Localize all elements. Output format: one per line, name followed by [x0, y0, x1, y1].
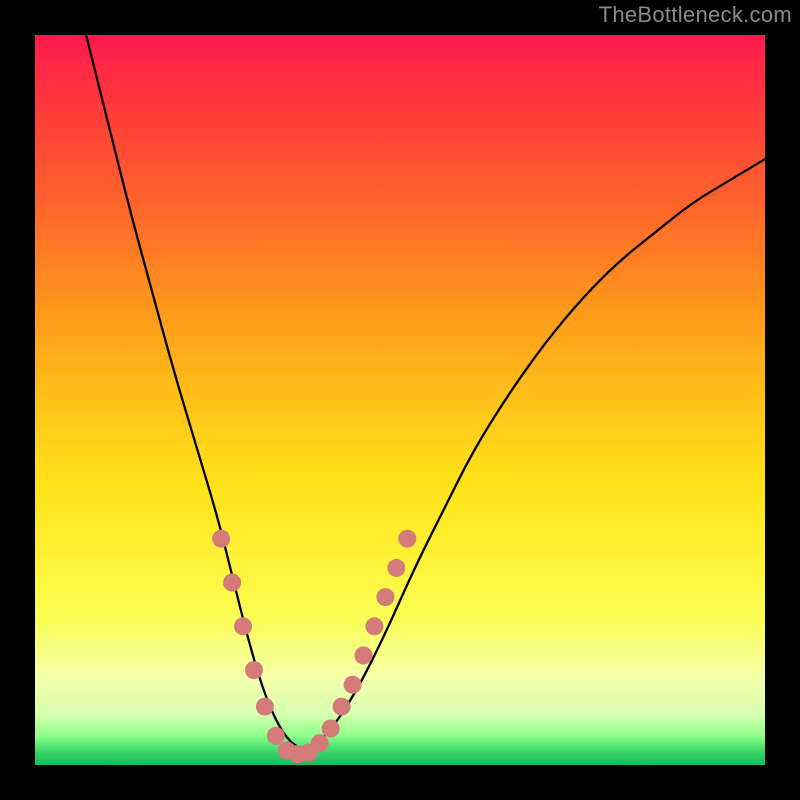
plot-area	[35, 35, 765, 765]
curve-group	[86, 35, 765, 748]
marker-dot	[212, 530, 230, 548]
marker-dot	[223, 574, 241, 592]
bottleneck-curve	[86, 35, 765, 748]
marker-dot	[333, 698, 351, 716]
marker-dot	[376, 588, 394, 606]
marker-dot	[311, 734, 329, 752]
marker-dot	[344, 676, 362, 694]
chart-frame: TheBottleneck.com	[0, 0, 800, 800]
marker-dot	[387, 559, 405, 577]
bottleneck-chart-svg	[35, 35, 765, 765]
marker-dot	[365, 617, 383, 635]
marker-dot	[245, 661, 263, 679]
marker-dot	[322, 720, 340, 738]
watermark: TheBottleneck.com	[599, 2, 792, 28]
marker-dot	[398, 530, 416, 548]
marker-dot	[355, 647, 373, 665]
marker-dot	[267, 727, 285, 745]
marker-group	[212, 530, 416, 763]
marker-dot	[234, 617, 252, 635]
marker-dot	[256, 698, 274, 716]
